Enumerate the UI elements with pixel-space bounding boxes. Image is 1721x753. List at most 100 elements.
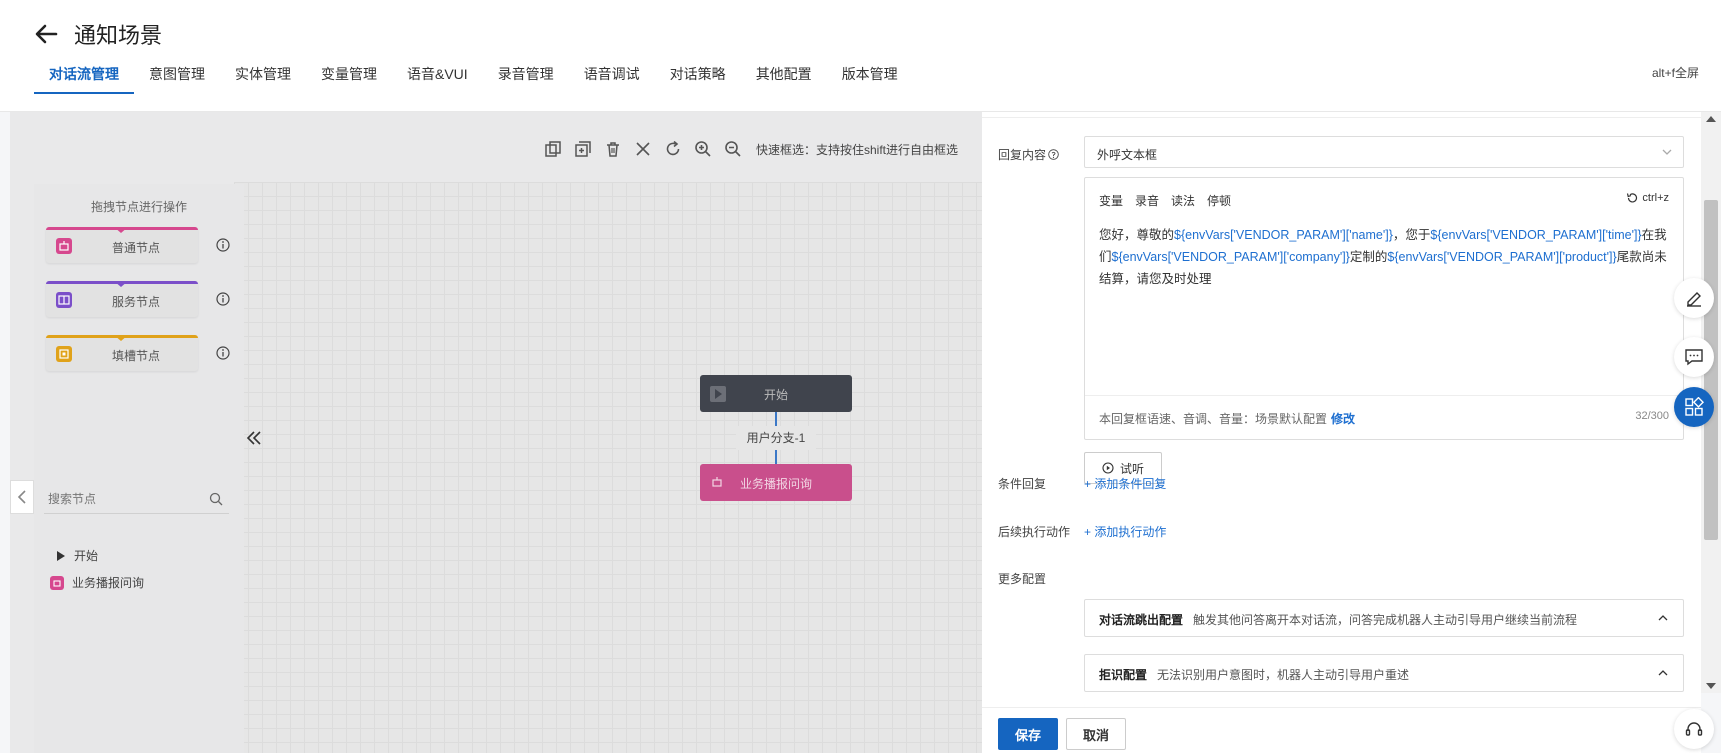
tree-item-biz[interactable]: 业务播报问询	[50, 574, 144, 591]
node-search	[44, 486, 229, 514]
reply-type-select[interactable]: 外呼文本框	[1084, 136, 1684, 168]
variable-token[interactable]: ${envVars['VENDOR_PARAM']['time']}	[1430, 228, 1641, 242]
editor-toolbar: 变量 录音 读法 停顿	[1099, 192, 1231, 209]
paste-icon[interactable]	[574, 140, 592, 158]
robot-icon	[50, 575, 64, 590]
scroll-down-arrow[interactable]	[1706, 683, 1716, 689]
reply-type-value: 外呼文本框	[1097, 148, 1158, 162]
tab-dialog-flow[interactable]: 对话流管理	[34, 58, 134, 94]
canvas-toolbar: 快速框选：支持按住shift进行自由框选	[544, 140, 958, 158]
drawer-footer: 保存 取消	[982, 707, 1701, 753]
scroll-up-arrow[interactable]	[1706, 116, 1716, 122]
tree-item-start[interactable]: 开始	[56, 547, 98, 564]
page-title: 通知场景	[74, 23, 163, 48]
flow-node-label: 业务播报问询	[739, 477, 812, 491]
main-tabs: 对话流管理 意图管理 实体管理 变量管理 语音&VUI 录音管理 语音调试 对话…	[34, 58, 913, 94]
edit-float-button[interactable]	[1674, 278, 1714, 318]
node-config-drawer: 回复内容 外呼文本框 变量 录音 读法 停顿 ctrl+z 您好，尊敬的${en…	[982, 112, 1701, 753]
node-search-input[interactable]	[44, 486, 194, 512]
tab-recording[interactable]: 录音管理	[483, 58, 569, 94]
service-icon	[56, 292, 72, 308]
pen-icon	[1687, 292, 1701, 307]
palette-node-label: 填槽节点	[111, 349, 160, 363]
flow-connector	[775, 450, 777, 464]
fullscreen-hint[interactable]: alt+f全屏	[1652, 64, 1699, 81]
help-icon[interactable]	[1048, 149, 1059, 160]
palette-node-slot[interactable]: 填槽节点	[46, 335, 198, 371]
palette-node-service[interactable]: 服务节点	[46, 281, 198, 317]
chevron-left-icon	[17, 490, 26, 504]
info-icon[interactable]	[216, 346, 230, 360]
tree-item-label: 业务播报问询	[72, 576, 145, 590]
cancel-button[interactable]: 取消	[1066, 718, 1126, 750]
info-icon[interactable]	[216, 292, 230, 306]
flow-node-start[interactable]: 开始	[700, 375, 852, 412]
reply-text-content[interactable]: 您好，尊敬的${envVars['VENDOR_PARAM']['name']}…	[1099, 224, 1673, 290]
search-icon[interactable]	[209, 492, 223, 506]
config-card-reject[interactable]: 拒识配置 无法识别用户意图时，机器人主动引导用户重述	[1084, 654, 1684, 692]
voice-config-edit-link[interactable]: 修改	[1331, 412, 1355, 426]
palette-node-normal[interactable]: 普通节点	[46, 227, 198, 263]
config-card-title: 拒识配置	[1099, 668, 1148, 682]
delete-icon[interactable]	[604, 140, 622, 158]
variable-token[interactable]: ${envVars['VENDOR_PARAM']['product']}	[1387, 250, 1616, 264]
flow-node-biz[interactable]: 业务播报问询	[700, 464, 852, 501]
refresh-icon[interactable]	[664, 140, 682, 158]
config-card-flow-exit[interactable]: 对话流跳出配置 触发其他问答离开本对话流，问答完成机器人主动引导用户继续当前流程	[1084, 599, 1684, 637]
tab-other-config[interactable]: 其他配置	[741, 58, 827, 94]
flow-branch-label[interactable]: 用户分支-1	[736, 426, 816, 450]
slot-icon	[56, 346, 72, 362]
back-arrow-icon[interactable]	[32, 20, 60, 48]
zoom-out-icon[interactable]	[724, 140, 742, 158]
save-button[interactable]: 保存	[998, 718, 1058, 750]
variable-token[interactable]: ${envVars['VENDOR_PARAM']['company']}	[1112, 250, 1350, 264]
collapse-panel-icon[interactable]	[246, 430, 262, 446]
editor-tool-variable[interactable]: 变量	[1099, 192, 1123, 209]
tab-intent[interactable]: 意图管理	[134, 58, 220, 94]
config-card-desc: 无法识别用户意图时，机器人主动引导用户重述	[1157, 668, 1410, 682]
chevron-up-icon	[1658, 670, 1668, 676]
apps-grid-icon	[1685, 397, 1704, 416]
node-palette: 拖拽节点进行操作 普通节点 服务节点 填槽节点 开始	[34, 184, 244, 753]
chevron-up-icon	[1658, 615, 1668, 621]
tab-version[interactable]: 版本管理	[827, 58, 913, 94]
chat-float-button[interactable]	[1674, 337, 1714, 377]
undo-button[interactable]: ctrl+z	[1626, 192, 1669, 204]
reply-text-editor[interactable]: 变量 录音 读法 停顿 ctrl+z 您好，尊敬的${envVars['VEND…	[1084, 177, 1684, 440]
info-icon[interactable]	[216, 238, 230, 252]
page-header: 通知场景 对话流管理 意图管理 实体管理 变量管理 语音&VUI 录音管理 语音…	[0, 0, 1721, 112]
selection-hint: 快速框选：支持按住shift进行自由框选	[756, 142, 959, 157]
tab-voice-debug[interactable]: 语音调试	[569, 58, 655, 94]
robot-icon	[56, 238, 72, 254]
editor-tool-pronunciation[interactable]: 读法	[1171, 192, 1195, 209]
left-expand-button[interactable]	[10, 480, 34, 514]
editor-tool-pause[interactable]: 停顿	[1207, 192, 1231, 209]
tab-dialog-strategy[interactable]: 对话策略	[655, 58, 741, 94]
caret-right-icon	[57, 550, 65, 561]
close-icon[interactable]	[634, 140, 652, 158]
palette-node-label: 服务节点	[111, 295, 160, 309]
add-action-link[interactable]: + 添加执行动作	[1084, 523, 1166, 540]
more-config-label: 更多配置	[998, 572, 1047, 586]
flow-canvas-area: 快速框选：支持按住shift进行自由框选 拖拽节点进行操作 普通节点 服务节点 …	[10, 112, 982, 753]
tab-variable[interactable]: 变量管理	[306, 58, 392, 94]
add-cond-reply-link[interactable]: + 添加条件回复	[1084, 475, 1166, 492]
apps-float-button[interactable]	[1674, 387, 1714, 427]
play-circle-icon	[1102, 462, 1114, 474]
flow-canvas-grid[interactable]	[234, 182, 982, 753]
config-card-title: 对话流跳出配置	[1099, 613, 1184, 627]
editor-footer: 本回复框语速、音调、音量：场景默认配置 修改 32/300	[1085, 395, 1683, 439]
char-count: 32/300	[1635, 410, 1669, 422]
flow-connector	[775, 412, 777, 426]
copy-icon[interactable]	[544, 140, 562, 158]
node-notch	[114, 227, 128, 233]
variable-token[interactable]: ${envVars['VENDOR_PARAM']['name']}	[1174, 228, 1393, 242]
editor-tool-recording[interactable]: 录音	[1135, 192, 1159, 209]
node-notch	[114, 281, 128, 287]
node-notch	[114, 335, 128, 341]
zoom-in-icon[interactable]	[694, 140, 712, 158]
support-float-button[interactable]	[1674, 709, 1714, 749]
tab-entity[interactable]: 实体管理	[220, 58, 306, 94]
reply-content-label: 回复内容	[998, 146, 1059, 163]
tab-voice-vui[interactable]: 语音&VUI	[392, 58, 483, 94]
